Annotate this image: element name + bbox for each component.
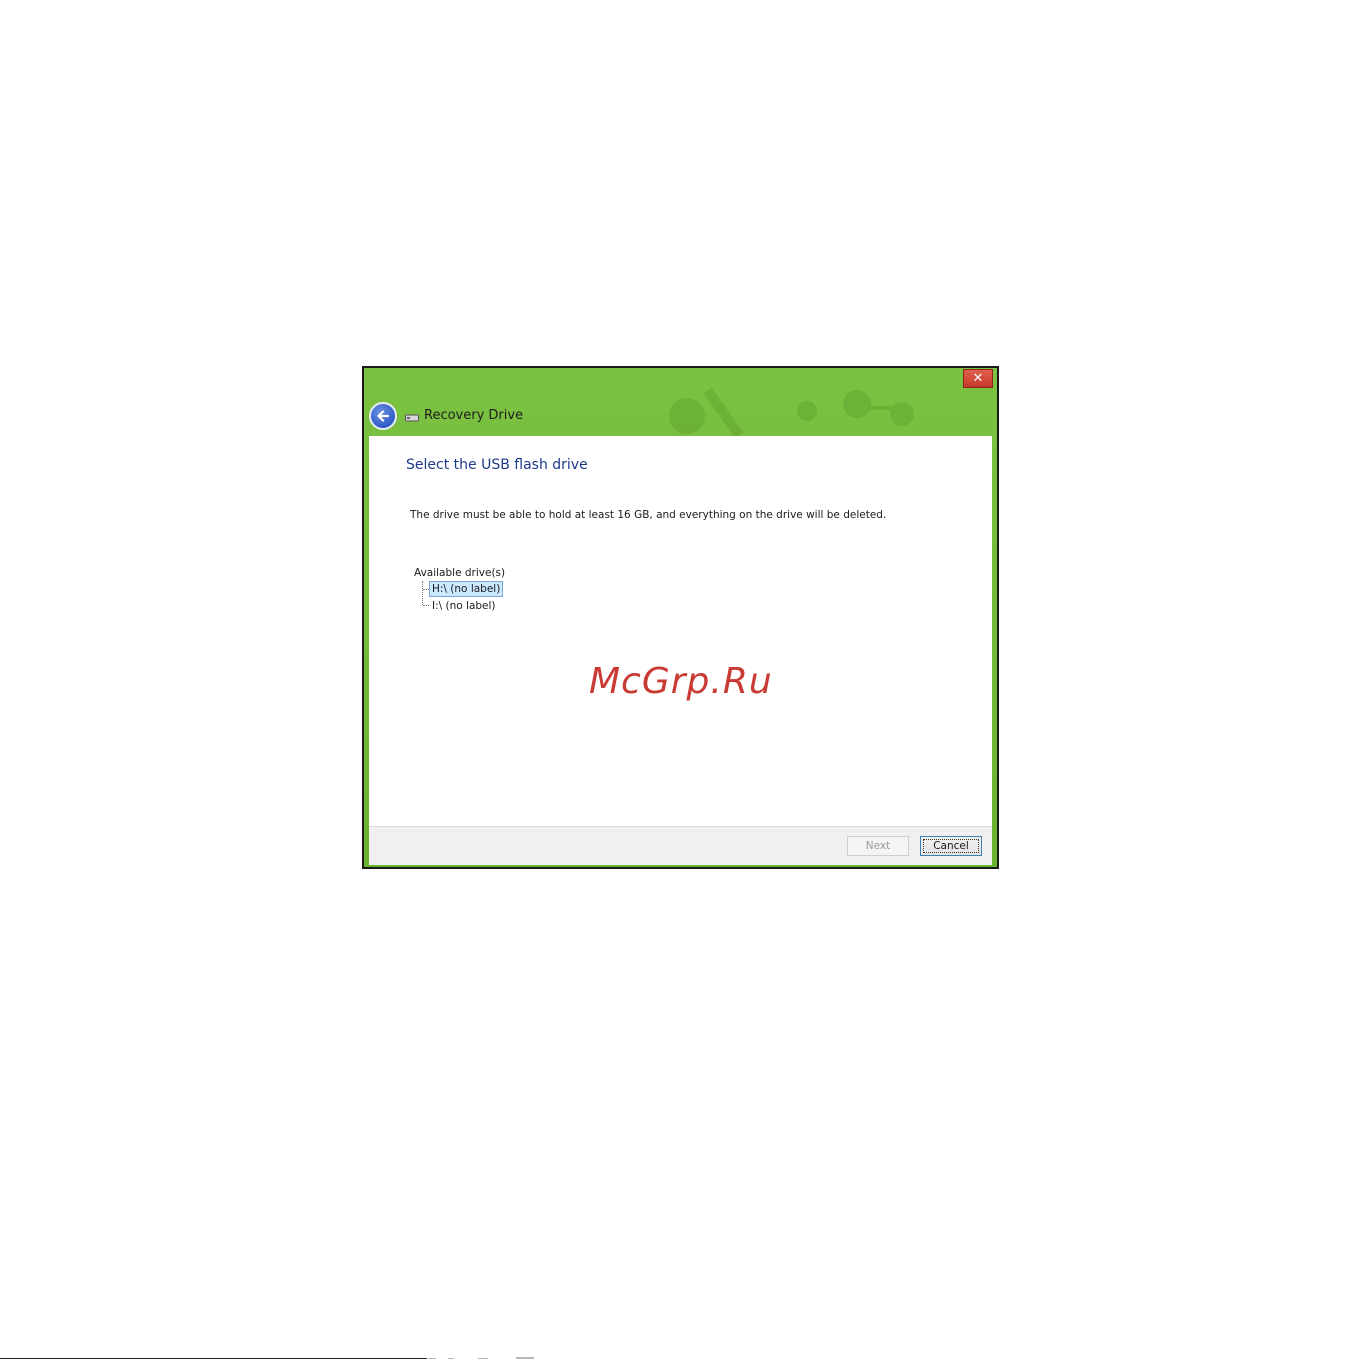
back-arrow-icon [377,410,390,422]
close-icon: ✕ [972,371,984,386]
window-title: Recovery Drive [424,408,524,423]
cancel-button[interactable]: Cancel [920,836,982,856]
page: ✕ Recovery Drive Select the USB flash dr… [0,0,1361,1361]
drive-tree-root: Available drive(s) [414,567,506,579]
drive-requirement-text: The drive must be able to hold at least … [410,509,887,521]
drive-item-h[interactable]: H:\ (no label) [429,581,504,597]
watermark: McGrp.Ru [589,661,773,702]
drive-item-i[interactable]: I:\ (no label) [429,598,499,614]
close-button[interactable]: ✕ [963,369,993,388]
usb-drive-icon [405,414,419,422]
page-heading: Select the USB flash drive [406,457,588,473]
wizard-footer: Next Cancel [369,826,992,865]
back-button[interactable] [369,402,397,430]
tree-connector [422,581,423,605]
title-decoration-icon [669,387,914,436]
recovery-drive-window: ✕ Recovery Drive Select the USB flash dr… [362,366,999,869]
wizard-content: Select the USB flash drive The drive mus… [369,436,992,826]
next-button[interactable]: Next [847,836,909,856]
document-footer-mark [428,1357,534,1359]
title-bar: ✕ Recovery Drive [364,368,997,436]
document-footer-rule [0,1358,427,1359]
